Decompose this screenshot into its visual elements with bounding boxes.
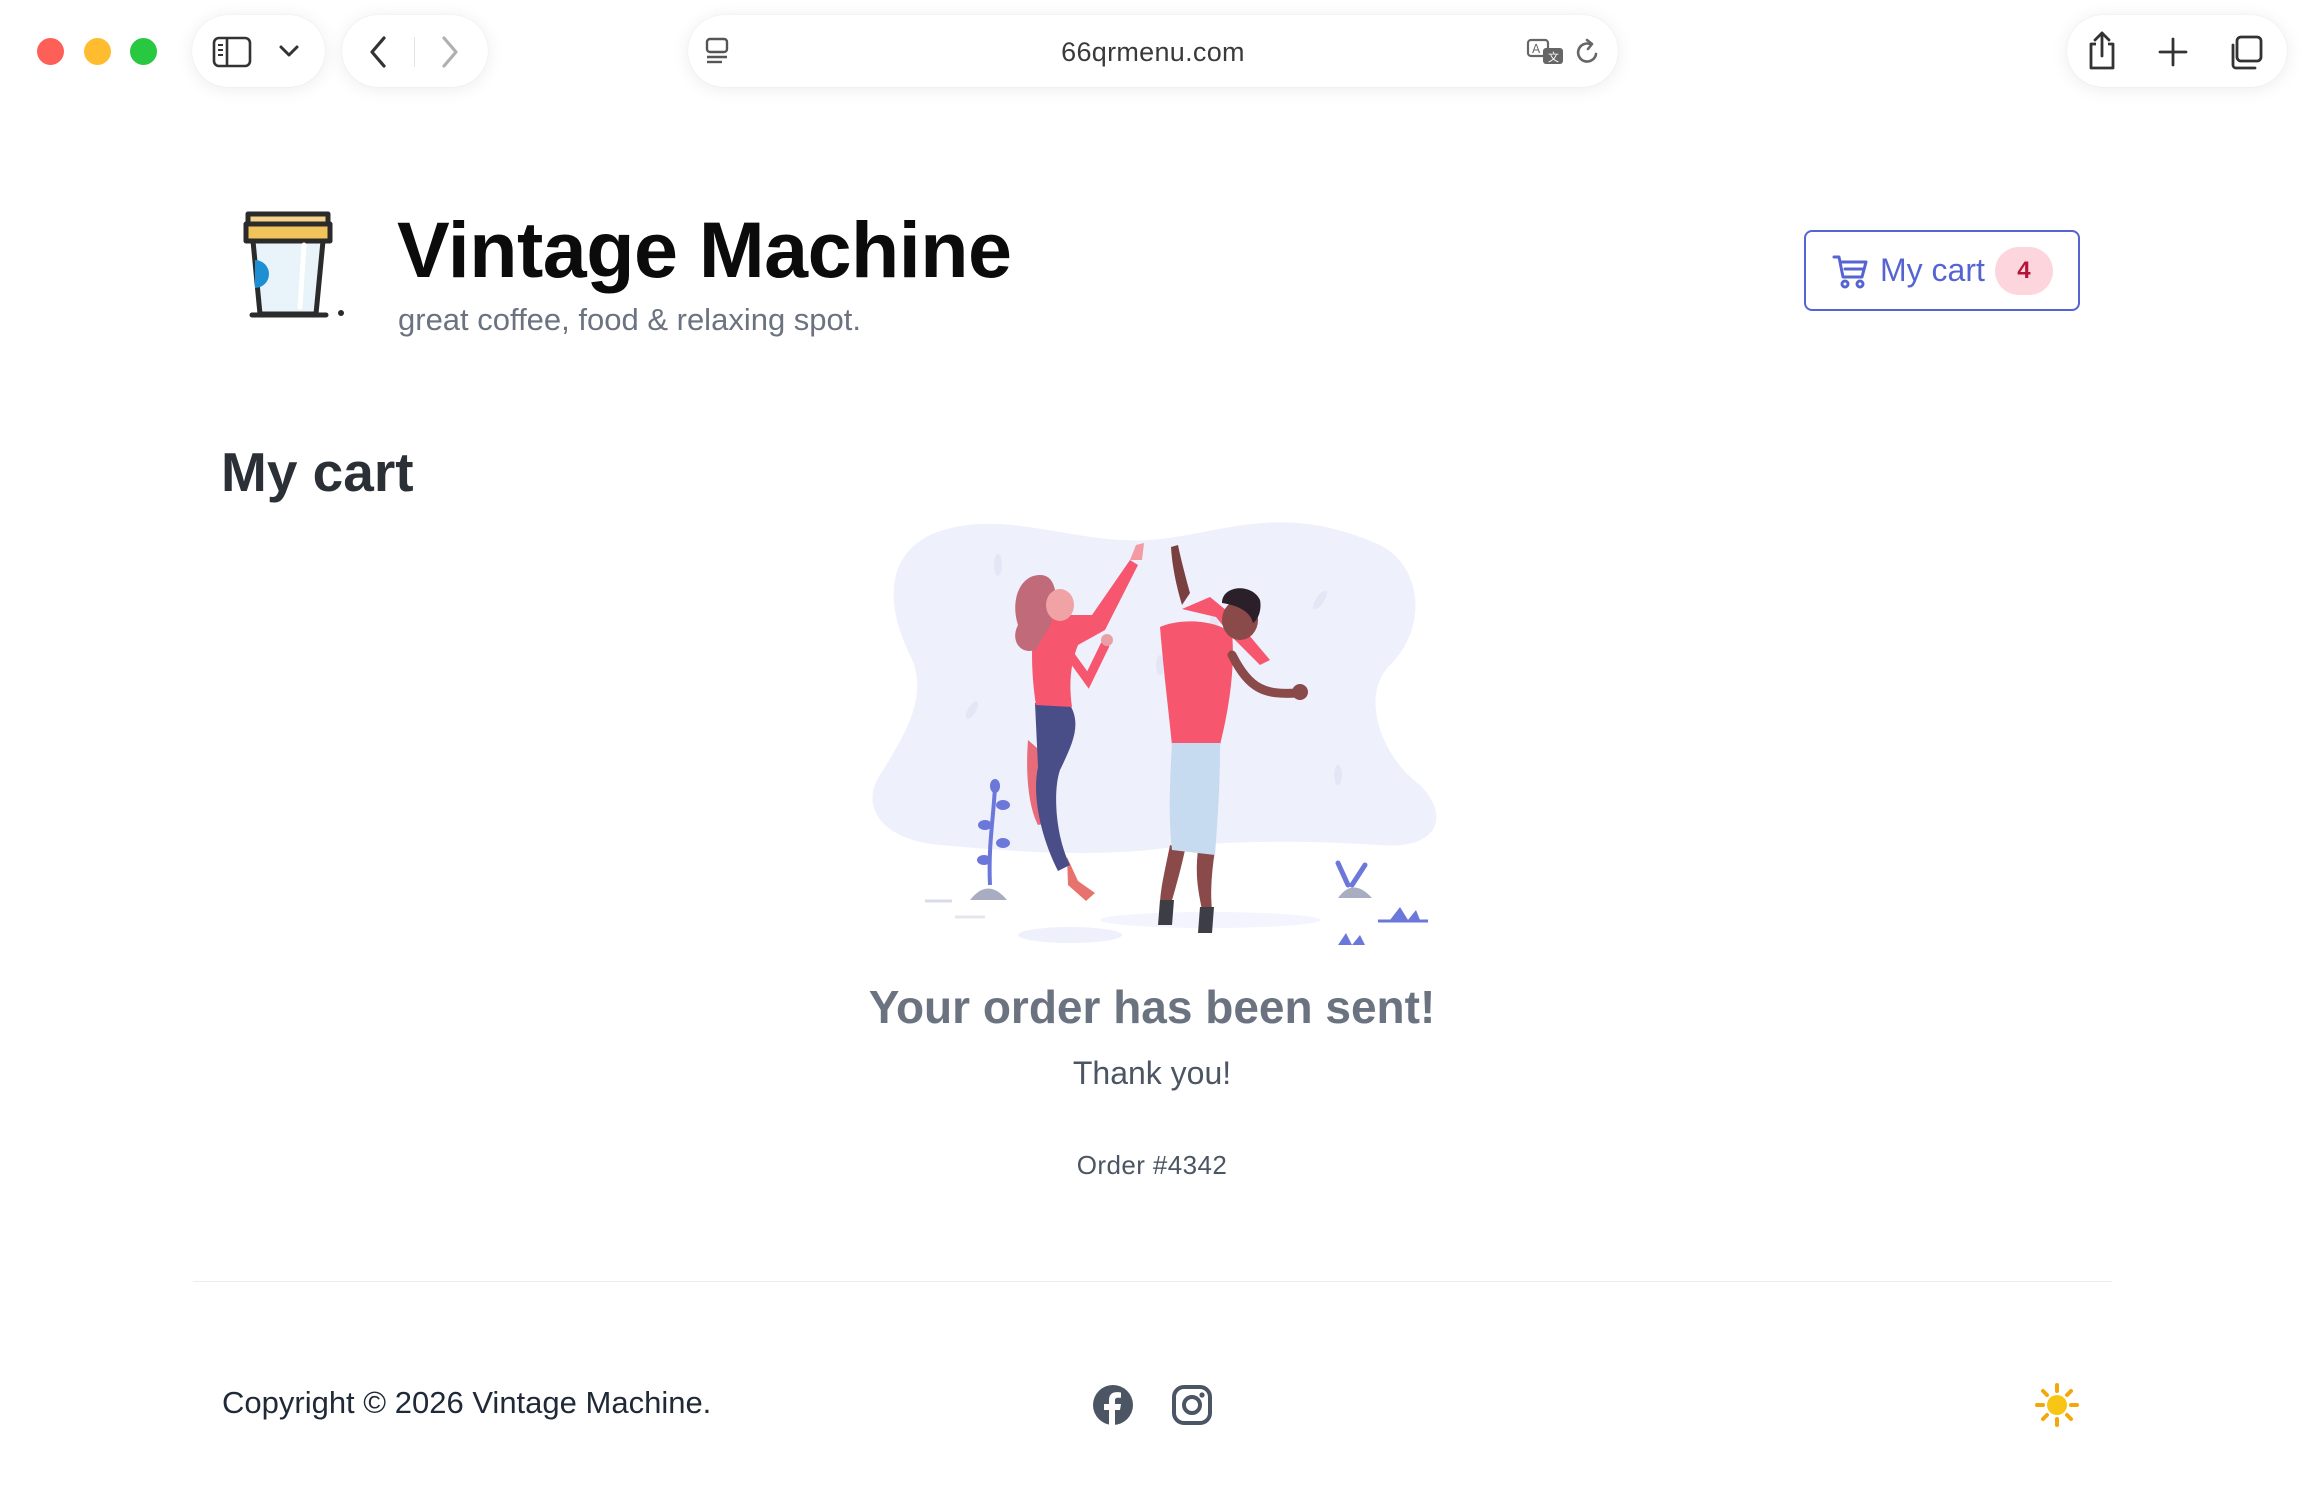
cart-count-badge: 4 — [1994, 246, 2053, 295]
brand-name[interactable]: Vintage Machine — [397, 204, 1012, 296]
new-tab-icon[interactable] — [2157, 36, 2189, 68]
back-arrow-icon[interactable] — [368, 35, 388, 69]
thank-you-text: Thank you! — [1072, 1055, 1232, 1091]
svg-text:A: A — [1532, 42, 1541, 56]
cart-label: My cart — [1880, 252, 1985, 288]
order-number: Order #4342 — [1076, 1150, 1228, 1180]
my-cart-button[interactable]: My cart 4 — [1804, 230, 2080, 311]
high-five-illustration — [872, 522, 1437, 945]
footer-divider — [193, 1281, 2112, 1282]
reload-icon[interactable] — [1574, 37, 1602, 67]
instagram-icon[interactable] — [1170, 1383, 1214, 1427]
translate-icon[interactable]: A 文 — [1526, 37, 1566, 67]
page-title: My cart — [221, 441, 414, 503]
address-bar[interactable]: 66qrmenu.com A 文 — [688, 15, 1618, 87]
tab-overview-icon[interactable] — [2227, 35, 2265, 71]
sidebar-icon[interactable] — [212, 36, 252, 68]
url-text: 66qrmenu.com — [1061, 37, 1245, 67]
shopping-cart-icon — [1832, 255, 1868, 288]
chevron-down-icon[interactable] — [278, 43, 300, 59]
order-sent-title: Your order has been sent! — [868, 981, 1436, 1033]
maximize-window-button[interactable] — [130, 38, 157, 65]
share-icon[interactable] — [2085, 30, 2119, 72]
sun-icon[interactable] — [2035, 1383, 2079, 1427]
close-window-button[interactable] — [37, 38, 64, 65]
copyright-text: Copyright © 2026 Vintage Machine. — [222, 1385, 712, 1420]
forward-arrow-icon[interactable] — [440, 35, 460, 69]
browser-chrome: 66qrmenu.com A 文 — [0, 0, 2304, 110]
navigation-group — [342, 15, 488, 87]
window-actions-group — [2067, 15, 2287, 87]
facebook-icon[interactable] — [1091, 1383, 1135, 1427]
minimize-window-button[interactable] — [84, 38, 111, 65]
nav-divider — [414, 37, 415, 67]
brand-tagline: great coffee, food & relaxing spot. — [398, 302, 862, 337]
coffee-cup-logo — [243, 211, 344, 318]
svg-text:文: 文 — [1548, 50, 1559, 64]
sidebar-toggle-group — [192, 15, 325, 87]
